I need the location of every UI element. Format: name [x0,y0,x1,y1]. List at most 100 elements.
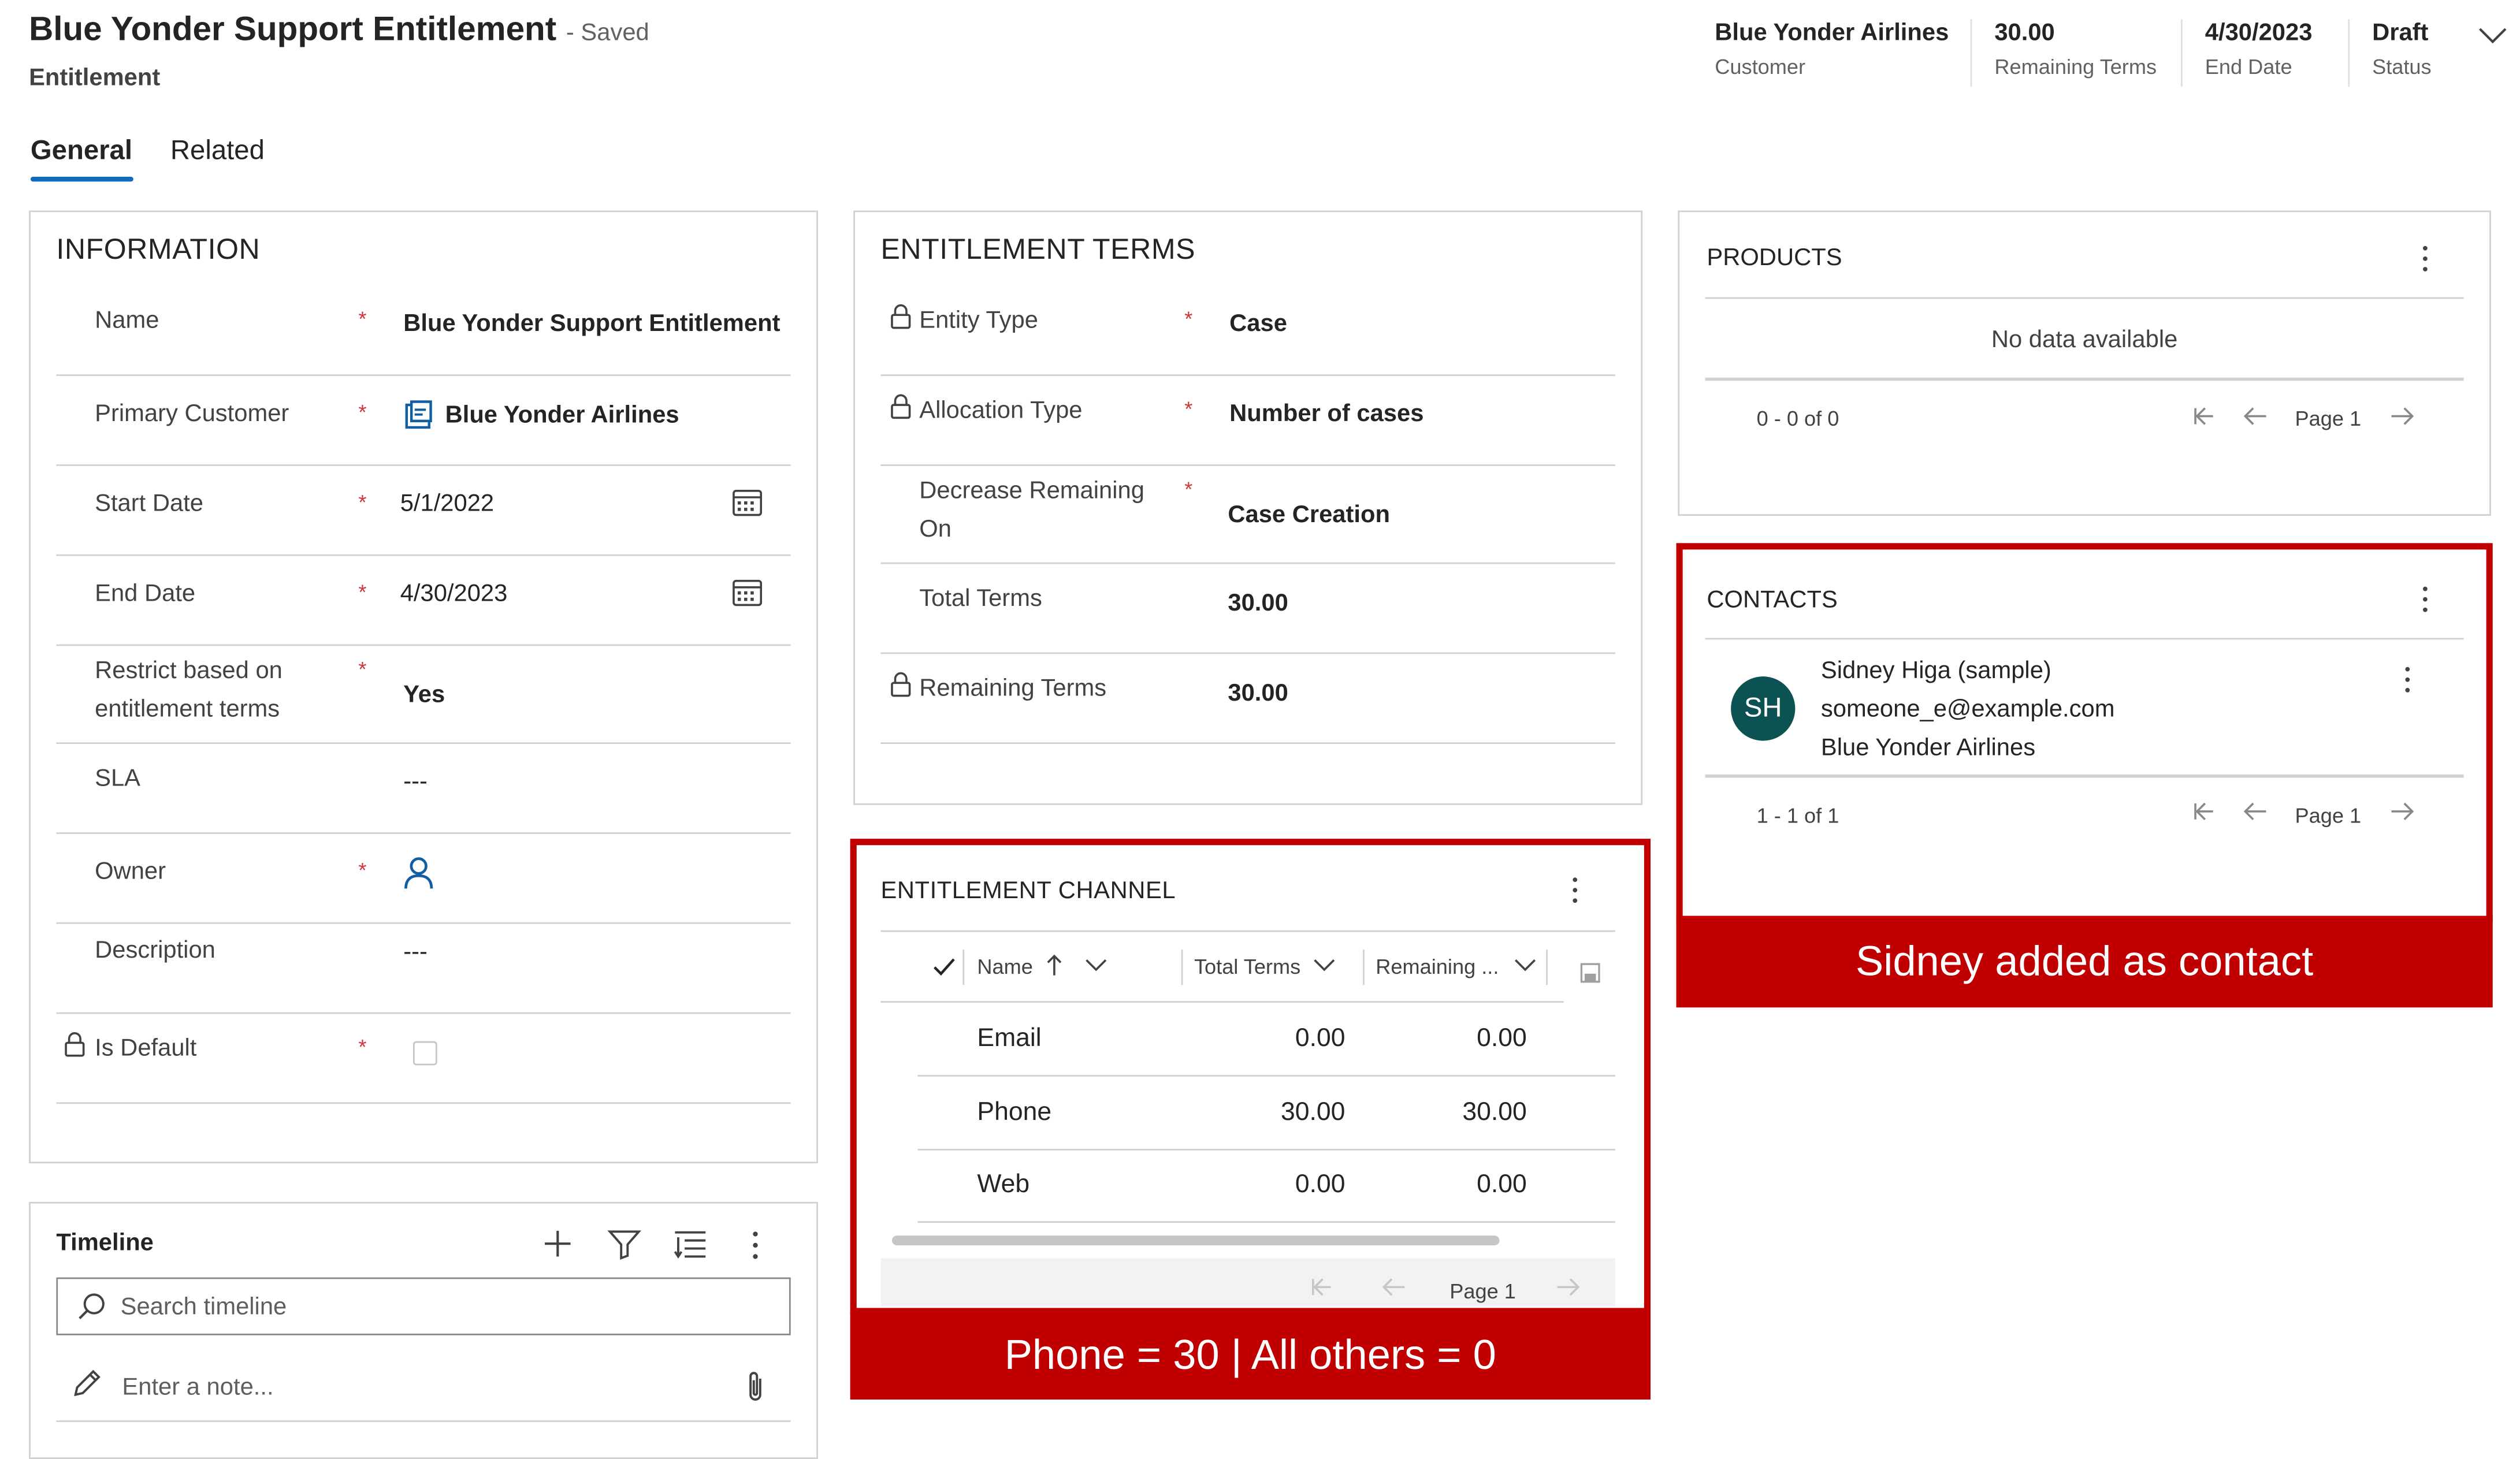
total-terms-field[interactable]: 30.00 [1228,590,1288,617]
first-page-icon[interactable] [2192,407,2215,426]
required-indicator: * [1184,307,1193,332]
header-status: Draft Status [2372,19,2432,79]
search-timeline-placeholder: Search timeline [120,1293,287,1321]
next-page-icon[interactable] [1556,1278,1580,1297]
header-status-value: Draft [2372,19,2429,47]
owner-person-icon[interactable] [403,857,434,890]
select-all-check-icon[interactable] [932,956,957,977]
page-indicator: Page 1 [2295,803,2362,828]
more-options-icon[interactable] [2403,665,2413,694]
first-page-icon[interactable] [1310,1278,1332,1297]
required-indicator: * [358,580,367,604]
chevron-down-icon[interactable] [1085,958,1107,972]
calendar-icon[interactable] [731,577,764,608]
filter-icon[interactable] [607,1229,641,1260]
channel-remaining-terms: 30.00 [1462,1099,1527,1127]
header-customer-link[interactable]: Blue Yonder Airlines [1715,19,1949,46]
contact-name[interactable]: Sidney Higa (sample) [1821,657,2051,684]
grid-divider [880,1001,1564,1003]
more-options-icon[interactable] [1570,876,1580,905]
name-field[interactable]: Blue Yonder Support Entitlement [403,310,780,337]
header-remaining-terms: 30.00 Remaining Terms [1994,19,2157,79]
attachment-icon[interactable] [746,1369,765,1404]
sort-list-icon[interactable] [674,1229,707,1260]
required-indicator: * [1184,397,1193,421]
sla-field[interactable]: --- [403,768,428,795]
next-page-icon[interactable] [2390,802,2414,821]
grid-divider [1705,297,2464,299]
channel-name[interactable]: Email [977,1025,1041,1054]
primary-customer-link[interactable]: Blue Yonder Airlines [445,401,679,429]
horizontal-scrollbar[interactable] [891,1235,1500,1245]
pencil-icon [70,1367,103,1400]
end-date-field[interactable]: 4/30/2023 [400,580,508,607]
sort-ascending-icon [1046,953,1062,977]
channel-total-terms: 0.00 [1295,1025,1346,1053]
channel-name[interactable]: Web [977,1171,1029,1200]
note-input[interactable]: Enter a note... [122,1374,273,1401]
restrict-field[interactable]: Yes [403,682,445,709]
grid-divider [1705,638,2464,640]
is-default-checkbox[interactable] [412,1041,437,1066]
previous-page-icon[interactable] [1382,1278,1406,1297]
more-options-icon[interactable] [2421,585,2430,614]
active-tab-indicator [30,177,133,182]
column-separator [1363,950,1365,985]
restrict-label: Restrict based on entitlement terms [95,657,283,723]
chevron-down-icon[interactable] [1514,958,1537,972]
field-divider [56,374,791,376]
sla-label: SLA [95,765,141,792]
start-date-field[interactable]: 5/1/2022 [400,490,494,517]
more-options-icon[interactable] [2421,244,2430,273]
products-empty-message: No data available [1991,326,2178,354]
column-header-remaining[interactable]: Remaining ... [1376,954,1499,978]
contact-email[interactable]: someone_e@example.com [1821,696,2115,723]
timeline-title: Timeline [56,1229,154,1257]
calendar-icon[interactable] [731,487,764,518]
channel-name[interactable]: Phone [977,1099,1051,1128]
required-indicator: * [358,307,367,332]
header-remaining-terms-label: Remaining Terms [1994,54,2157,79]
grid-row-divider [917,1149,1615,1151]
required-indicator: * [1184,477,1193,501]
field-divider [880,374,1615,376]
field-divider [56,832,791,834]
field-divider [880,464,1615,466]
description-label: Description [95,936,215,965]
field-divider [880,562,1615,564]
allocation-type-field[interactable]: Number of cases [1229,400,1423,427]
primary-customer-label: Primary Customer [95,400,289,427]
entitlement-terms-title: ENTITLEMENT TERMS [880,233,1196,266]
required-indicator: * [358,858,367,883]
save-icon[interactable] [1580,962,1601,983]
grid-divider [1705,377,2464,381]
field-divider [56,742,791,745]
grid-divider [880,930,1615,932]
previous-page-icon[interactable] [2243,407,2268,426]
previous-page-icon[interactable] [2243,802,2268,821]
more-options-icon[interactable] [750,1229,760,1261]
tab-general[interactable]: General [31,135,132,168]
add-icon[interactable] [542,1227,574,1260]
field-divider [56,464,791,466]
next-page-icon[interactable] [2390,407,2414,426]
entity-type-field[interactable]: Case [1229,310,1287,337]
header-customer[interactable]: Blue Yonder Airlines Customer [1715,19,1949,79]
expand-header-chevron-icon[interactable] [2477,24,2509,55]
first-page-icon[interactable] [2192,802,2215,821]
remaining-terms-field[interactable]: 30.00 [1228,680,1288,707]
contacts-record-count: 1 - 1 of 1 [1756,803,1839,828]
grid-row-divider [917,1221,1615,1223]
required-indicator: * [358,1034,367,1059]
chevron-down-icon[interactable] [1313,958,1336,972]
start-date-label: Start Date [95,490,203,518]
description-field[interactable]: --- [403,939,428,966]
header-end-date-value: 4/30/2023 [2205,19,2313,47]
field-divider [56,922,791,924]
column-header-total-terms[interactable]: Total Terms [1194,954,1300,978]
decrease-remaining-on-field[interactable]: Case Creation [1228,501,1390,528]
tab-related[interactable]: Related [170,135,265,168]
header-end-date: 4/30/2023 End Date [2205,19,2313,79]
header-divider [2181,19,2183,87]
column-header-name[interactable]: Name [977,954,1032,978]
